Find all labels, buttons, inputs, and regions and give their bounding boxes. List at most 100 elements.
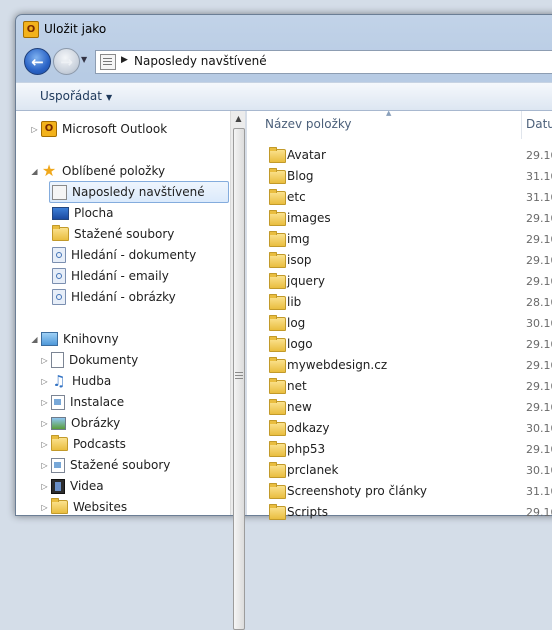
saved-search-icon xyxy=(52,247,66,263)
file-date: 29.10 xyxy=(526,338,552,351)
list-item[interactable]: lib 28.10 xyxy=(247,292,552,313)
tree-item-label: Stažené soubory xyxy=(74,227,175,241)
tree-item-music[interactable]: ▷ ♫ Hudba xyxy=(40,371,111,391)
folder-icon xyxy=(51,498,68,514)
expand-icon[interactable]: ▷ xyxy=(40,440,49,449)
tree-item-videos[interactable]: ▷ Videa xyxy=(40,476,104,496)
organize-button[interactable]: Uspořádat ▼ xyxy=(40,89,112,103)
tree-item-label: Videa xyxy=(70,479,104,493)
tree-item-search-emails[interactable]: Hledání - emaily xyxy=(52,266,169,286)
list-item[interactable]: Avatar 29.10 xyxy=(247,145,552,166)
list-item[interactable]: Scripts 29.10 xyxy=(247,502,552,523)
column-divider[interactable] xyxy=(521,111,522,139)
expand-icon[interactable]: ▷ xyxy=(40,461,49,470)
saved-search-icon xyxy=(52,268,66,284)
expand-icon[interactable]: ▷ xyxy=(40,482,49,491)
list-item[interactable]: Blog 31.10 xyxy=(247,166,552,187)
title-bar: O Uložit jako xyxy=(16,15,552,43)
collapse-icon[interactable]: ◢ xyxy=(30,335,39,344)
file-name: mywebdesign.cz xyxy=(287,358,388,372)
tree-item-label: Dokumenty xyxy=(69,353,139,367)
folder-icon xyxy=(269,504,286,520)
list-item[interactable]: odkazy 30.10 xyxy=(247,418,552,439)
tree-item-downloads[interactable]: Stažené soubory xyxy=(52,224,174,244)
column-header-date[interactable]: Datu xyxy=(526,117,552,131)
folder-icon xyxy=(51,435,68,451)
sort-ascending-icon: ▲ xyxy=(386,109,392,117)
file-name: jquery xyxy=(287,274,325,288)
list-item[interactable]: net 29.10 xyxy=(247,376,552,397)
tree-item-websites[interactable]: ▷ Websites xyxy=(40,497,127,515)
back-button[interactable]: ← xyxy=(24,48,51,75)
tree-item-search-documents[interactable]: Hledání - dokumenty xyxy=(52,245,196,265)
tree-item-label: Instalace xyxy=(70,395,125,409)
tree-item-pictures[interactable]: ▷ Obrázky xyxy=(40,413,120,433)
list-item[interactable]: new 29.10 xyxy=(247,397,552,418)
forward-button[interactable]: → xyxy=(53,48,80,75)
scroll-up-arrow-icon[interactable]: ▲ xyxy=(231,111,246,127)
collapse-icon[interactable]: ◢ xyxy=(30,167,39,176)
tree-item-libraries[interactable]: ◢ Knihovny xyxy=(30,329,119,349)
list-item[interactable]: log 30.10 xyxy=(247,313,552,334)
music-note-icon: ♫ xyxy=(52,372,66,390)
list-item[interactable]: prclanek 30.10 xyxy=(247,460,552,481)
grip-icon xyxy=(235,372,243,379)
file-date: 30.10 xyxy=(526,464,552,477)
tree-item-label: Podcasts xyxy=(73,437,126,451)
tree-item-recent[interactable]: Naposledy navštívené xyxy=(49,181,229,203)
list-item[interactable]: img 29.10 xyxy=(247,229,552,250)
folder-icon xyxy=(269,462,286,478)
file-date: 29.10 xyxy=(526,359,552,372)
folder-icon xyxy=(269,231,286,247)
address-bar[interactable]: ▶ Naposledy navštívené xyxy=(95,50,552,74)
tree-item-favorites[interactable]: ◢ ★ Oblíbené položky xyxy=(30,161,165,181)
list-item[interactable]: Screenshoty pro články 31.10 xyxy=(247,481,552,502)
history-dropdown-icon[interactable]: ▼ xyxy=(81,55,91,65)
file-date: 29.10 xyxy=(526,254,552,267)
folder-icon xyxy=(269,273,286,289)
breadcrumb-arrow-icon[interactable]: ▶ xyxy=(121,55,128,65)
list-item[interactable]: mywebdesign.cz 29.10 xyxy=(247,355,552,376)
folder-icon xyxy=(269,210,286,226)
file-date: 30.10 xyxy=(526,422,552,435)
expand-icon[interactable]: ▷ xyxy=(40,419,49,428)
expand-icon[interactable]: ▷ xyxy=(40,377,49,386)
tree-item-label: Hledání - dokumenty xyxy=(71,248,197,262)
tree-item-search-pictures[interactable]: Hledání - obrázky xyxy=(52,287,176,307)
file-name: log xyxy=(287,316,306,330)
list-item[interactable]: logo 29.10 xyxy=(247,334,552,355)
expand-icon[interactable]: ▷ xyxy=(30,125,39,134)
downloads-library-icon xyxy=(51,457,65,473)
expand-icon[interactable]: ▷ xyxy=(40,503,49,512)
tree-item-desktop[interactable]: Plocha xyxy=(52,203,113,223)
file-name: Scripts xyxy=(287,505,329,519)
file-date: 31.10 xyxy=(526,485,552,498)
navigation-bar: ← → ▼ ▶ Naposledy navštívené xyxy=(16,46,552,76)
list-item[interactable]: jquery 29.10 xyxy=(247,271,552,292)
tree-item-label: Hledání - obrázky xyxy=(71,290,176,304)
breadcrumb[interactable]: Naposledy navštívené xyxy=(134,54,267,68)
tree-item-lib-downloads[interactable]: ▷ Stažené soubory xyxy=(40,455,170,475)
arrow-left-icon: ← xyxy=(31,52,44,71)
file-list: Název položky ▲ Datu Avatar 29.10 Blog 31.1… xyxy=(247,109,552,520)
list-item[interactable]: images 29.10 xyxy=(247,208,552,229)
list-item[interactable]: isop 29.10 xyxy=(247,250,552,271)
expand-icon[interactable]: ▷ xyxy=(40,398,49,407)
list-item[interactable]: php53 29.10 xyxy=(247,439,552,460)
scrollbar-thumb[interactable] xyxy=(233,128,245,630)
command-bar: Uspořádat ▼ xyxy=(16,82,552,111)
file-date: 31.10 xyxy=(526,170,552,183)
tree-item-outlook[interactable]: ▷ O Microsoft Outlook xyxy=(30,119,167,139)
tree-item-label: Stažené soubory xyxy=(70,458,171,472)
tree-item-install[interactable]: ▷ Instalace xyxy=(40,392,124,412)
tree-item-label: Naposledy navštívené xyxy=(72,185,205,199)
tree-item-podcasts[interactable]: ▷ Podcasts xyxy=(40,434,126,454)
list-item[interactable]: etc 31.10 xyxy=(247,187,552,208)
arrow-right-icon: → xyxy=(60,52,73,71)
tree-item-documents[interactable]: ▷ Dokumenty xyxy=(40,350,138,370)
expand-icon[interactable]: ▷ xyxy=(40,356,49,365)
outlook-icon: O xyxy=(41,121,57,137)
folder-icon xyxy=(269,378,286,394)
nav-pane-scrollbar[interactable]: ▲ xyxy=(230,111,246,630)
folder-icon xyxy=(269,357,286,373)
